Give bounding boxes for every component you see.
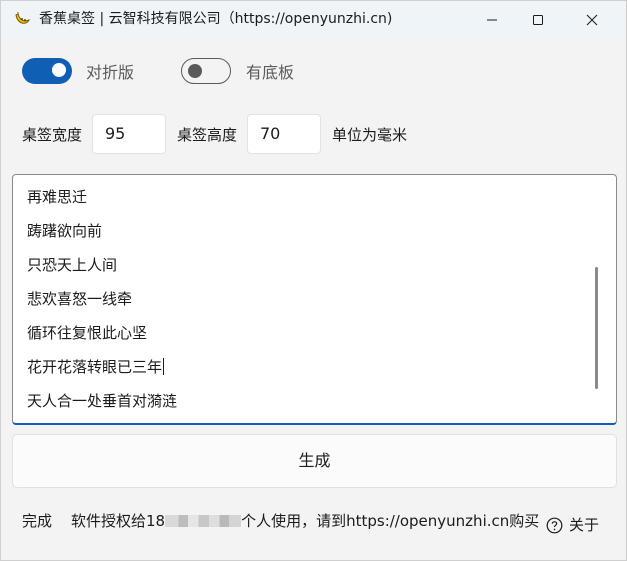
generate-button[interactable]: 生成 — [12, 434, 617, 488]
vertical-scrollbar[interactable] — [595, 267, 598, 389]
maximize-icon — [533, 15, 543, 25]
base-toggle-label: 有底板 — [246, 63, 295, 82]
minimize-button[interactable] — [469, 1, 515, 39]
unit-label: 单位为毫米 — [332, 126, 408, 144]
text-caret — [163, 358, 165, 375]
width-input[interactable]: 95 — [92, 114, 166, 154]
height-label: 桌签高度 — [177, 126, 238, 144]
fold-toggle[interactable] — [22, 58, 72, 84]
license-prefix: 软件授权给18 — [71, 512, 166, 530]
base-toggle[interactable] — [181, 58, 231, 84]
toggle-knob — [52, 63, 66, 77]
height-input[interactable]: 70 — [247, 114, 321, 154]
toggle-knob — [188, 64, 202, 78]
names-textarea[interactable]: 再难思迁 踌躇欲向前 只恐天上人间 悲欢喜怒一线牵 循环往复恨此心坚 花开花落转… — [12, 174, 617, 425]
license-text: 软件授权给18 个人使用，请到https://openyunzhi.cn购买 — [71, 511, 539, 531]
text-line-content: 花开花落转眼已三年 — [27, 358, 163, 376]
fold-toggle-label: 对折版 — [86, 63, 135, 82]
text-line: 循环往复恨此心坚 — [27, 324, 148, 342]
about-button[interactable]: 关于 — [546, 514, 599, 536]
help-icon — [546, 517, 563, 533]
license-suffix: 个人使用，请到https://openyunzhi.cn购买 — [241, 512, 540, 530]
text-line: 只恐天上人间 — [27, 256, 118, 274]
text-line: 悲欢喜怒一线牵 — [27, 290, 133, 308]
app-window: 香蕉桌签 | 云智科技有限公司（https://openyunzhi.cn) 对… — [0, 0, 627, 561]
text-line: 再难思迁 — [27, 188, 88, 206]
maximize-button[interactable] — [515, 1, 561, 39]
window-title: 香蕉桌签 | 云智科技有限公司（https://openyunzhi.cn) — [39, 11, 393, 27]
width-label: 桌签宽度 — [22, 126, 83, 144]
text-line: 天人合一处垂首对漪涟 — [27, 392, 178, 410]
redacted-number — [165, 515, 242, 527]
status-text: 完成 — [22, 512, 53, 530]
text-line: 踌躇欲向前 — [27, 222, 103, 240]
close-button[interactable] — [569, 1, 615, 39]
banana-app-icon — [13, 10, 31, 28]
title-bar[interactable]: 香蕉桌签 | 云智科技有限公司（https://openyunzhi.cn) — [1, 1, 626, 39]
about-label: 关于 — [569, 516, 600, 534]
minimize-icon — [487, 19, 497, 21]
text-line-current: 花开花落转眼已三年 — [27, 357, 165, 377]
close-icon — [586, 14, 598, 26]
